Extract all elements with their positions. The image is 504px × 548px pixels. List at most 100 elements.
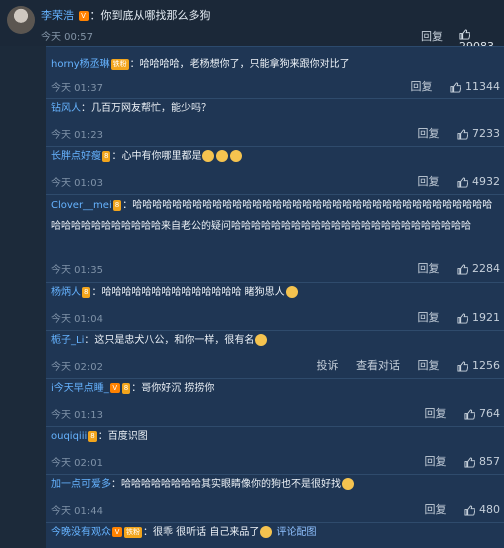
emoji-icon (285, 286, 298, 298)
reply-button[interactable]: 回复 (418, 357, 440, 373)
reply-button[interactable]: 回复 (418, 125, 440, 141)
reply-button[interactable]: 回复 (418, 309, 440, 325)
view-conversation-button[interactable]: 查看对话 (356, 357, 400, 373)
comment-actions: 回复 1921 (404, 309, 501, 325)
like-count: 1256 (472, 359, 500, 372)
comment-time: 今天 01:03 (51, 178, 103, 189)
comment-body: 哥你好沉 捞捞你 (141, 383, 215, 394)
comment-item: 钻风人：几百万网友帮忙，能少吗？ 今天 01:23 回复 7233 (46, 99, 504, 147)
emoji-icon (260, 526, 273, 538)
comment-text: horny杨丞琳 铁粉 ：哈哈哈哈，老杨想你了，只能拿狗来跟你对比了 (51, 58, 350, 70)
comment-text: 杨炳人 8 ：哈哈哈哈哈哈哈哈哈哈哈哈哈哈 睹狗思人 (51, 283, 499, 303)
comment-actions: 回复 764 (411, 405, 501, 421)
comment-user[interactable]: 长胖点好瘦 (51, 151, 101, 162)
comment-actions: 回复 857 (411, 453, 501, 469)
comment-user[interactable]: 今晚没有观众 (51, 527, 111, 538)
like-button[interactable]: 764 (464, 407, 500, 420)
like-count: 1921 (472, 311, 500, 324)
avatar[interactable] (7, 6, 35, 34)
like-icon (457, 128, 468, 140)
comment-actions: 回复 7233 (404, 125, 501, 141)
comment-time: 今天 01:13 (51, 410, 103, 421)
comment-user[interactable]: 栀子_Li (51, 335, 84, 346)
like-icon (464, 456, 475, 468)
reply-button[interactable]: 回复 (425, 405, 447, 421)
comment-text: 加一点可爱多：哈哈哈哈哈哈哈哈其实眼睛像你的狗也不是很好找 (51, 475, 499, 495)
fan-badge: 8 (102, 150, 111, 162)
like-button[interactable]: 2284 (457, 262, 500, 275)
comment-user[interactable]: 加一点可爱多 (51, 479, 111, 490)
reply-button[interactable]: 回复 (425, 501, 447, 517)
comment-user[interactable]: horny杨丞琳 (51, 59, 110, 70)
comment-body: 哈哈哈哈哈哈哈哈哈哈哈哈哈哈 睹狗思人 (101, 287, 285, 298)
comment-item: 栀子_Li：这只是忠犬八公，和你一样，很有名 今天 02:02 投诉 查看对话 … (46, 331, 504, 379)
comment-time: 今天 02:02 (51, 362, 103, 373)
image-link[interactable]: 评论配图 (277, 527, 317, 538)
top-comment-user[interactable]: 李荣浩 (41, 9, 74, 22)
fan-badge: 铁粉 (124, 526, 142, 538)
cat-emoji-icon (216, 150, 229, 162)
comment-text: i今天早点睡_ V 8 ：哥你好沉 捞捞你 (51, 382, 215, 394)
like-button[interactable]: 480 (464, 503, 500, 516)
comment-user[interactable]: 钻风人 (51, 103, 81, 114)
top-comment-text: 李荣浩 V ：你到底从哪找那么多狗 (41, 9, 211, 22)
comment-actions: 投诉 查看对话 回复 1256 (303, 357, 501, 373)
like-count: 11344 (465, 80, 500, 93)
comment-time: 今天 01:37 (51, 83, 103, 94)
comment-item: i今天早点睡_ V 8 ：哥你好沉 捞捞你 今天 01:13 回复 764 (46, 379, 504, 427)
like-button[interactable]: 1921 (457, 311, 500, 324)
like-count: 480 (479, 503, 500, 516)
comment-user[interactable]: 杨炳人 (51, 287, 81, 298)
report-button[interactable]: 投诉 (317, 357, 339, 373)
comment-item: horny杨丞琳 铁粉 ：哈哈哈哈，老杨想你了，只能拿狗来跟你对比了 今天 01:3… (46, 55, 504, 99)
comment-text: 栀子_Li：这只是忠犬八公，和你一样，很有名 (51, 331, 499, 351)
comment-item: Clover__mei 8 ：哈哈哈哈哈哈哈哈哈哈哈哈哈哈哈哈哈哈哈哈哈哈哈哈哈哈哈… (46, 195, 504, 283)
comment-item: ouqiqiii 8 ：百度识图 今天 02:01 回复 857 (46, 427, 504, 475)
like-count: 764 (479, 407, 500, 420)
comment-actions: 回复 2284 (404, 260, 501, 276)
reply-button[interactable]: 回复 (418, 173, 440, 189)
cat-emoji-icon (230, 150, 243, 162)
like-count: 857 (479, 455, 500, 468)
comment-item: 长胖点好瘦 8 ：心中有你哪里都是 今天 01:03 回复 4932 (46, 147, 504, 195)
comment-text: 钻风人：几百万网友帮忙，能少吗？ (51, 103, 211, 114)
comment-user[interactable]: ouqiqiii (51, 431, 87, 442)
comment-user[interactable]: Clover__mei (51, 200, 112, 211)
reply-button[interactable]: 回复 (421, 28, 443, 44)
like-button[interactable]: 857 (464, 455, 500, 468)
like-button[interactable]: 1256 (457, 359, 500, 372)
cat-emoji-icon (342, 478, 354, 490)
like-button[interactable]: 4932 (457, 175, 500, 188)
reply-button[interactable]: 回复 (411, 78, 433, 94)
comment-time: 今天 01:44 (51, 506, 103, 517)
fan-badge: 铁粉 (110, 58, 129, 70)
comment-user[interactable]: i今天早点睡_ (51, 383, 109, 394)
comment-time: 今天 02:01 (51, 458, 103, 469)
comment-body: 百度识图 (107, 431, 148, 442)
verified-badge: V (109, 383, 120, 393)
fan-badge: 8 (82, 286, 91, 298)
comment-text: ouqiqiii 8 ：百度识图 (51, 430, 148, 442)
top-comment-body: 你到底从哪找那么多狗 (100, 9, 211, 22)
reply-button[interactable]: 回复 (418, 260, 440, 276)
comment-body: 很乖 很听话 自己来品了 (153, 527, 260, 538)
comment-body: 哈哈哈哈，老杨想你了，只能拿狗来跟你对比了 (139, 59, 350, 70)
like-icon (457, 312, 468, 324)
comment-time: 今天 01:04 (51, 314, 103, 325)
comment-time: 今天 01:35 (51, 265, 103, 276)
like-icon (459, 28, 470, 40)
like-count: 7233 (472, 127, 500, 140)
like-button[interactable]: 7233 (457, 127, 500, 140)
reply-button[interactable]: 回复 (425, 453, 447, 469)
comment-body: 这只是忠犬八公，和你一样，很有名 (94, 335, 255, 346)
fan-badge: 8 (121, 382, 131, 394)
like-icon (457, 360, 468, 372)
emoji-icon (255, 334, 268, 346)
like-button[interactable]: 11344 (450, 80, 500, 93)
comment-body: 哈哈哈哈哈哈哈哈其实眼睛像你的狗也不是很好找 (121, 479, 341, 490)
like-icon (450, 81, 461, 93)
comment-body: 几百万网友帮忙，能少吗？ (91, 103, 211, 114)
like-count: 2284 (472, 262, 500, 275)
top-comment-time: 今天 00:57 (41, 32, 93, 43)
verified-badge: V (78, 11, 89, 21)
